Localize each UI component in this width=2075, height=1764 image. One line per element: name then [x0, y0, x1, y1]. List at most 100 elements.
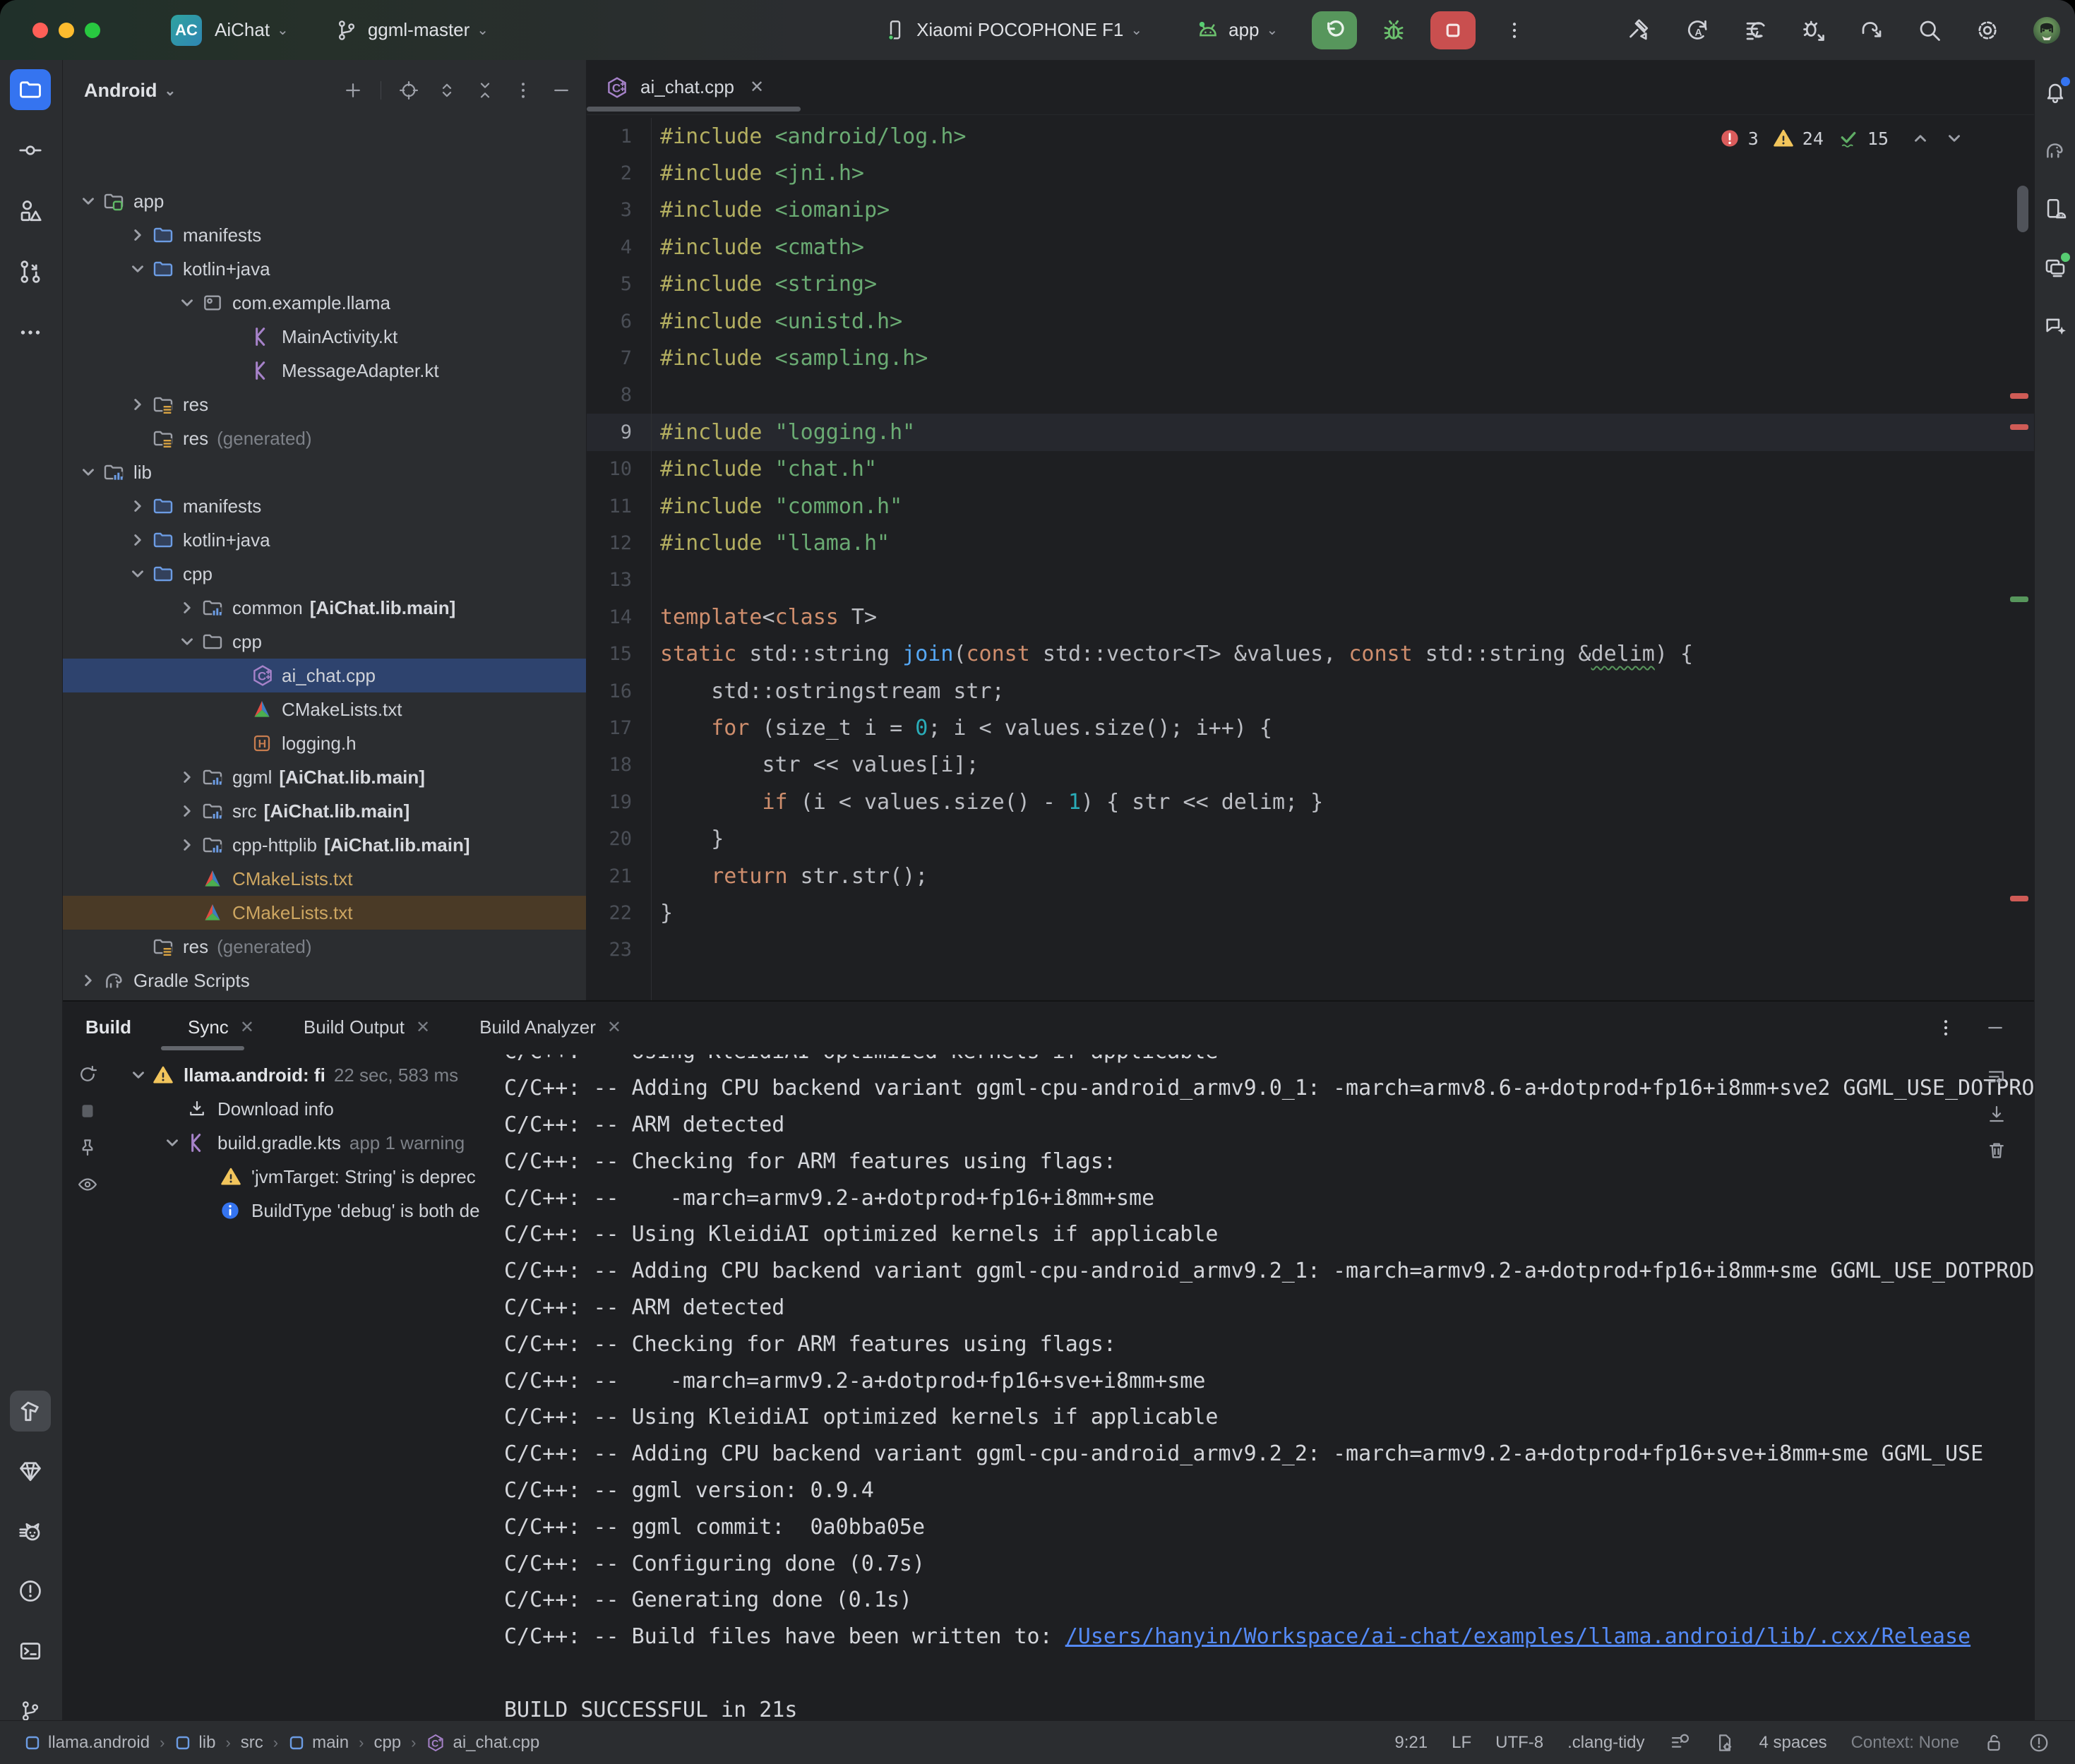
debug-button[interactable] [1381, 18, 1406, 43]
more-icon[interactable] [513, 80, 534, 101]
build-output-path-link[interactable]: /Users/hanyin/Workspace/ai-chat/examples… [1065, 1624, 1971, 1649]
tool-stripe-app-quality-insights[interactable] [10, 1451, 51, 1492]
chevron-down-icon[interactable] [124, 565, 152, 583]
tree-item-buildtype-debug-is-both-de[interactable]: BuildType 'debug' is both de [113, 1194, 508, 1228]
tool-stripe-notifications[interactable] [2036, 73, 2074, 111]
code-line-14[interactable]: 14template<class T> [587, 599, 2034, 635]
tree-item-jvmtarget-string-is-deprec[interactable]: 'jvmTarget: String' is deprec [113, 1160, 508, 1194]
branch-selector[interactable]: ggml-master [368, 19, 470, 41]
chevron-down-icon[interactable] [173, 632, 201, 651]
pin-icon[interactable] [77, 1137, 98, 1158]
stop-button[interactable] [1430, 11, 1476, 49]
tool-stripe-vcs[interactable] [10, 251, 51, 292]
breadcrumb-item-lib[interactable]: lib [174, 1733, 215, 1753]
search-everywhere-button[interactable] [1917, 18, 1942, 43]
tree-item-llama-android-fi[interactable]: llama.android: fi22 sec, 583 ms [113, 1058, 508, 1092]
close-window-button[interactable] [32, 23, 48, 38]
tool-stripe-problems[interactable] [10, 1571, 51, 1612]
chevron-right-icon[interactable] [173, 768, 201, 786]
editor-scrollbar-thumb[interactable] [2017, 186, 2028, 232]
tool-stripe-logcat[interactable] [10, 1511, 51, 1552]
expand-all-icon[interactable] [436, 80, 458, 101]
code-line-19[interactable]: 19 if (i < values.size() - 1) { str << d… [587, 784, 2034, 820]
tree-item-logging-h[interactable]: Hlogging.h [63, 726, 586, 760]
code-line-12[interactable]: 12#include "llama.h" [587, 524, 2034, 561]
code-line-21[interactable]: 21 return str.str(); [587, 858, 2034, 894]
tool-stripe-resource-manager[interactable] [10, 191, 51, 232]
tree-item-ai-chat-cpp[interactable]: Cai_chat.cpp [63, 659, 586, 692]
add-icon[interactable] [342, 80, 364, 101]
inspection-profile-icon[interactable] [1669, 1732, 1690, 1753]
code-editor[interactable]: 1#include <android/log.h>2#include <jni.… [587, 118, 2034, 1000]
apply-changes-button[interactable]: A [1685, 18, 1711, 43]
tool-stripe-device-manager[interactable] [2036, 190, 2074, 228]
tree-item-cpp-httplib[interactable]: cpp-httplib[AiChat.lib.main] [63, 828, 586, 862]
chevron-down-icon[interactable] [74, 463, 102, 481]
build-panel-title[interactable]: Build [85, 1016, 131, 1038]
code-line-20[interactable]: 20 } [587, 820, 2034, 857]
build-options-kebab-icon[interactable] [1935, 1017, 1956, 1038]
filter-icon[interactable] [77, 1174, 98, 1195]
tree-item-res[interactable]: res(generated) [63, 421, 586, 455]
chevron-right-icon[interactable] [124, 395, 152, 414]
breadcrumb-item-llama-android[interactable]: llama.android [24, 1733, 150, 1753]
code-line-23[interactable]: 23 [587, 932, 2034, 968]
tool-stripe-project[interactable] [10, 69, 51, 110]
chevron-right-icon[interactable] [173, 836, 201, 854]
scroll-to-end-icon[interactable] [1986, 1103, 2007, 1124]
clang-tidy[interactable]: .clang-tidy [1567, 1733, 1644, 1753]
code-line-11[interactable]: 11#include "common.h" [587, 488, 2034, 524]
tool-stripe-more-tool-windows[interactable] [10, 312, 51, 353]
tree-item-messageadapter-kt[interactable]: MessageAdapter.kt [63, 354, 586, 388]
breadcrumb-item-ai-chat-cpp[interactable]: Cai_chat.cpp [426, 1733, 539, 1753]
rerun-button[interactable] [1312, 11, 1357, 49]
close-tab-icon[interactable]: ✕ [750, 77, 764, 97]
close-tab-icon[interactable]: ✕ [416, 1017, 430, 1038]
tree-item-common[interactable]: common[AiChat.lib.main] [63, 591, 586, 625]
chevron-down-icon[interactable] [173, 294, 201, 312]
collapse-all-icon[interactable] [474, 80, 496, 101]
tree-item-mainactivity-kt[interactable]: MainActivity.kt [63, 320, 586, 354]
tool-stripe-gemini[interactable] [2036, 307, 2074, 345]
attach-debugger-button[interactable] [1801, 18, 1826, 43]
breadcrumb-item-main[interactable]: main [288, 1733, 349, 1753]
settings-button[interactable] [1975, 18, 2000, 43]
indent-config-icon[interactable] [1714, 1732, 1735, 1753]
breadcrumb-item-src[interactable]: src [241, 1733, 263, 1753]
clear-console-icon[interactable] [1986, 1140, 2007, 1161]
code-line-22[interactable]: 22} [587, 894, 2034, 931]
chevron-down-icon[interactable] [124, 260, 152, 278]
encoding[interactable]: UTF-8 [1495, 1733, 1543, 1753]
tool-stripe-build[interactable] [10, 1391, 51, 1432]
tree-item-app[interactable]: app [63, 184, 586, 218]
run-config-selector[interactable]: app [1228, 19, 1259, 41]
chevron-right-icon[interactable] [124, 497, 152, 515]
chevron-right-icon[interactable] [124, 531, 152, 549]
build-tab-sync[interactable]: Sync✕ [188, 1016, 254, 1038]
chevron-right-icon[interactable] [173, 599, 201, 617]
tree-item-gradle-scripts[interactable]: Gradle Scripts [63, 964, 586, 997]
locate-icon[interactable] [398, 80, 419, 101]
next-problem-chevron-icon[interactable] [1945, 129, 1963, 148]
prev-problem-chevron-icon[interactable] [1911, 129, 1930, 148]
chevron-right-icon[interactable] [74, 971, 102, 990]
gradle-sync-button[interactable] [1859, 18, 1884, 43]
chevron-down-icon[interactable] [74, 192, 102, 210]
code-line-5[interactable]: 5#include <string> [587, 266, 2034, 303]
close-tab-icon[interactable]: ✕ [240, 1017, 254, 1038]
chevron-right-icon[interactable] [124, 226, 152, 244]
build-console[interactable]: C/C++: -- Using KleidiAI optimized kerne… [494, 1055, 2034, 1722]
code-line-4[interactable]: 4#include <cmath> [587, 229, 2034, 265]
error-stripe-mark[interactable] [2010, 424, 2028, 430]
project-selector[interactable]: AiChat [215, 19, 270, 41]
error-stripe-mark[interactable] [2010, 393, 2028, 399]
code-line-7[interactable]: 7#include <sampling.h> [587, 340, 2034, 376]
tree-item-manifests[interactable]: manifests [63, 489, 586, 523]
line-ending[interactable]: LF [1452, 1733, 1471, 1753]
tree-item-src[interactable]: src[AiChat.lib.main] [63, 794, 586, 828]
chevron-down-icon[interactable] [124, 1066, 153, 1084]
tree-item-com-example-llama[interactable]: com.example.llama [63, 286, 586, 320]
hide-icon[interactable] [551, 80, 572, 101]
tree-item-lib[interactable]: lib [63, 455, 586, 489]
code-line-2[interactable]: 2#include <jni.h> [587, 155, 2034, 191]
